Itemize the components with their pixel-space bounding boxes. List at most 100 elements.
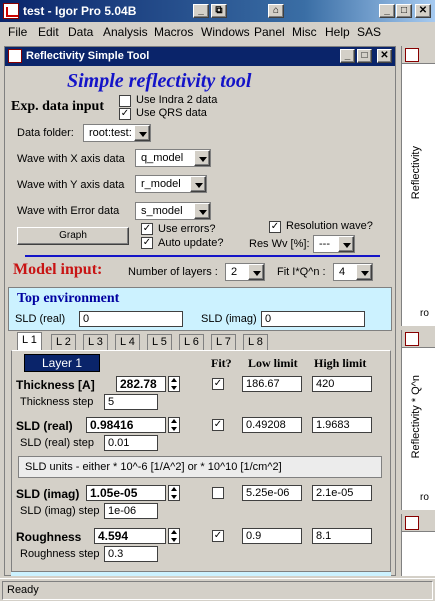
- title-restore-icon[interactable]: ⧉: [211, 4, 227, 18]
- tab-l7[interactable]: L 7: [211, 334, 236, 350]
- tab-l5[interactable]: L 5: [147, 334, 172, 350]
- graph-button[interactable]: Graph: [17, 227, 129, 245]
- error-wave-popup[interactable]: s_model: [135, 202, 211, 220]
- reflectivity-panel-window: Reflectivity Simple Tool _ □ ✕ Simple re…: [4, 46, 396, 576]
- resolution-wave-checkbox[interactable]: ✓: [269, 221, 281, 233]
- chevron-down-icon: [194, 203, 210, 219]
- igor-app-icon[interactable]: [3, 3, 19, 19]
- thickness-step-input[interactable]: 5: [104, 394, 158, 410]
- thickness-low-input[interactable]: 186.67: [242, 376, 302, 392]
- menu-macros[interactable]: Macros: [154, 25, 193, 39]
- menu-data[interactable]: Data: [68, 25, 93, 39]
- layer-title: Layer 1: [24, 354, 100, 372]
- fit-iqn-value: 4: [339, 266, 346, 278]
- tab-l3[interactable]: L 3: [83, 334, 108, 350]
- thickness-step-label: Thickness step: [20, 396, 94, 408]
- roughness-high-input[interactable]: 8.1: [312, 528, 372, 544]
- sld-real-high-input[interactable]: 1.9683: [312, 417, 372, 433]
- tab-l6[interactable]: L 6: [179, 334, 204, 350]
- menu-windows[interactable]: Windows: [201, 25, 250, 39]
- title-minimize-icon[interactable]: _: [193, 4, 209, 18]
- sld-real-step-label: SLD (real) step: [20, 437, 94, 449]
- chevron-down-icon: [338, 236, 354, 252]
- sld-imag-high-input[interactable]: 2.1e-05: [312, 485, 372, 501]
- menu-file[interactable]: File: [8, 25, 27, 39]
- menu-help[interactable]: Help: [325, 25, 350, 39]
- sld-real-input[interactable]: 0.98416: [86, 417, 166, 433]
- sld-imag-step-input[interactable]: 1e-06: [104, 503, 158, 519]
- roughness-fit-checkbox[interactable]: ✓: [212, 530, 224, 542]
- auto-update-checkbox[interactable]: ✓: [141, 237, 153, 249]
- menu-sas[interactable]: SAS: [357, 25, 381, 39]
- reflectivity-qn-graph-window[interactable]: Reflectivity * Q^n ro: [401, 330, 435, 510]
- panel-icon[interactable]: [8, 49, 22, 63]
- title-pin-icon[interactable]: ⌂: [268, 4, 284, 18]
- num-layers-popup[interactable]: 2: [225, 263, 265, 281]
- sld-imag-fit-checkbox[interactable]: [212, 487, 224, 499]
- env-sld-real-label: SLD (real): [15, 313, 66, 325]
- fit-iqn-popup[interactable]: 4: [333, 263, 373, 281]
- sld-real-stepper-icon[interactable]: [168, 417, 180, 433]
- tab-l4[interactable]: L 4: [115, 334, 140, 350]
- roughness-step-label: Roughness step: [20, 548, 100, 560]
- reflectivity-graph-window[interactable]: Reflectivity ro: [401, 46, 435, 326]
- res-wv-popup[interactable]: ---: [313, 235, 355, 253]
- window-maximize-icon[interactable]: □: [396, 4, 412, 18]
- tab-l8[interactable]: L 8: [243, 334, 268, 350]
- resolution-wave-label: Resolution wave?: [286, 220, 373, 232]
- auto-update-label: Auto update?: [158, 237, 224, 249]
- y-wave-popup[interactable]: r_model: [135, 175, 207, 193]
- high-limit-header: High limit: [314, 356, 367, 370]
- thickness-high-input[interactable]: 420: [312, 376, 372, 392]
- reflectivity-axis-label: Reflectivity: [410, 146, 422, 200]
- panel-minimize-icon[interactable]: _: [340, 49, 355, 63]
- thickness-stepper-icon[interactable]: [168, 376, 180, 392]
- sld-imag-label: SLD (imag): [16, 487, 80, 501]
- x-wave-label: Wave with X axis data: [17, 153, 125, 165]
- tab-l2[interactable]: L 2: [51, 334, 76, 350]
- use-errors-checkbox[interactable]: ✓: [141, 223, 153, 235]
- window-close-icon[interactable]: ✕: [415, 4, 431, 18]
- roughness-label: Roughness: [16, 530, 82, 544]
- data-folder-popup[interactable]: root:test:: [83, 124, 151, 142]
- menu-analysis[interactable]: Analysis: [103, 25, 148, 39]
- sld-imag-low-input[interactable]: 5.25e-06: [242, 485, 302, 501]
- thickness-fit-checkbox[interactable]: ✓: [212, 378, 224, 390]
- sld-units-note: SLD units - either * 10^-6 [1/A^2] or * …: [18, 456, 382, 478]
- sld-real-low-input[interactable]: 0.49208: [242, 417, 302, 433]
- menu-misc[interactable]: Misc: [292, 25, 317, 39]
- sld-real-fit-checkbox[interactable]: ✓: [212, 419, 224, 431]
- status-bar: Ready: [0, 578, 435, 601]
- bottom-env-strip: [11, 572, 391, 576]
- sld-imag-stepper-icon[interactable]: [168, 485, 180, 501]
- roughness-stepper-icon[interactable]: [168, 528, 180, 544]
- third-graph-window[interactable]: [401, 514, 435, 576]
- x-wave-popup[interactable]: q_model: [135, 149, 211, 167]
- reflectivity-qn-axis-label: Reflectivity * Q^n: [410, 375, 422, 459]
- roughness-input[interactable]: 4.594: [94, 528, 166, 544]
- menu-panel[interactable]: Panel: [254, 25, 285, 39]
- use-indra-checkbox[interactable]: [119, 95, 131, 107]
- menu-edit[interactable]: Edit: [38, 25, 59, 39]
- sld-imag-input[interactable]: 1.05e-05: [86, 485, 166, 501]
- window-minimize-icon[interactable]: _: [379, 4, 395, 18]
- graph-title-bar: [402, 46, 435, 64]
- roughness-low-input[interactable]: 0.9: [242, 528, 302, 544]
- use-errors-label: Use errors?: [158, 223, 216, 235]
- num-layers-label: Number of layers :: [128, 266, 218, 278]
- tab-l1[interactable]: L 1: [17, 332, 42, 350]
- layer-tab-content: Layer 1 Fit? Low limit High limit Thickn…: [11, 350, 391, 572]
- sld-real-label: SLD (real): [16, 419, 73, 433]
- env-sld-real-input[interactable]: 0: [79, 311, 183, 327]
- data-folder-value: root:test:: [89, 127, 132, 139]
- panel-maximize-icon[interactable]: □: [357, 49, 372, 63]
- env-sld-imag-input[interactable]: 0: [261, 311, 365, 327]
- graph-title-bar: [402, 330, 435, 348]
- use-qrs-checkbox[interactable]: ✓: [119, 108, 131, 120]
- roughness-step-input[interactable]: 0.3: [104, 546, 158, 562]
- panel-close-icon[interactable]: ✕: [377, 49, 392, 63]
- top-environment-title: Top environment: [17, 291, 120, 306]
- thickness-input[interactable]: 282.78: [116, 376, 166, 392]
- sld-real-step-input[interactable]: 0.01: [104, 435, 158, 451]
- chevron-down-icon: [356, 264, 372, 280]
